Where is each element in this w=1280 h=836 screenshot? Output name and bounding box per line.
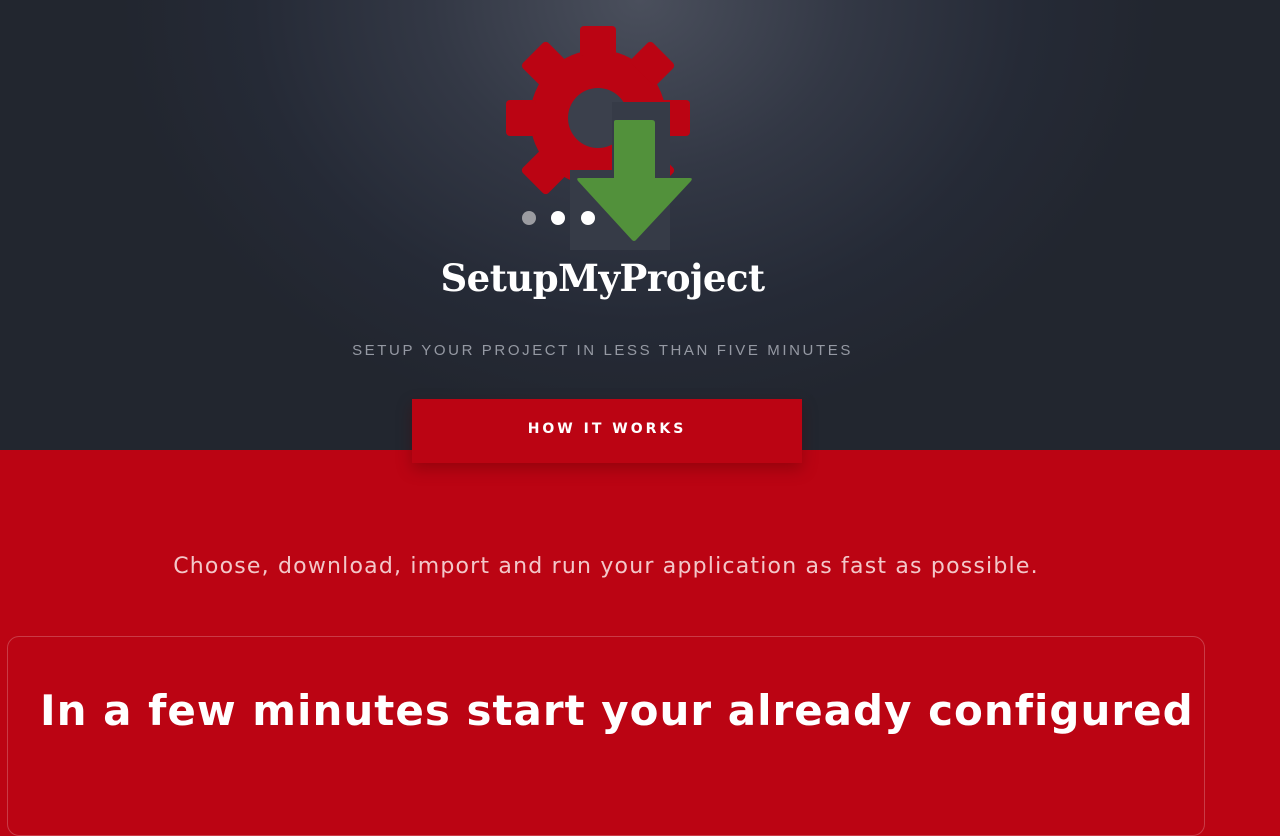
carousel-dot-2[interactable] — [551, 211, 565, 225]
brand-tagline: SETUP YOUR PROJECT IN LESS THAN FIVE MIN… — [352, 342, 853, 359]
carousel-dot-1[interactable] — [522, 211, 536, 225]
carousel-dot-3[interactable] — [581, 211, 595, 225]
brand-title: SetupMyProject — [440, 256, 765, 300]
intro-lead-text: Choose, download, import and run your ap… — [173, 554, 1039, 579]
feature-card — [7, 636, 1205, 836]
how-it-works-label: HOW IT WORKS — [527, 421, 687, 437]
feature-card-title: In a few minutes start your already conf… — [40, 686, 1194, 735]
how-it-works-button[interactable]: HOW IT WORKS — [412, 399, 802, 463]
hero-section: SetupMyProject SETUP YOUR PROJECT IN LES… — [0, 0, 1280, 450]
